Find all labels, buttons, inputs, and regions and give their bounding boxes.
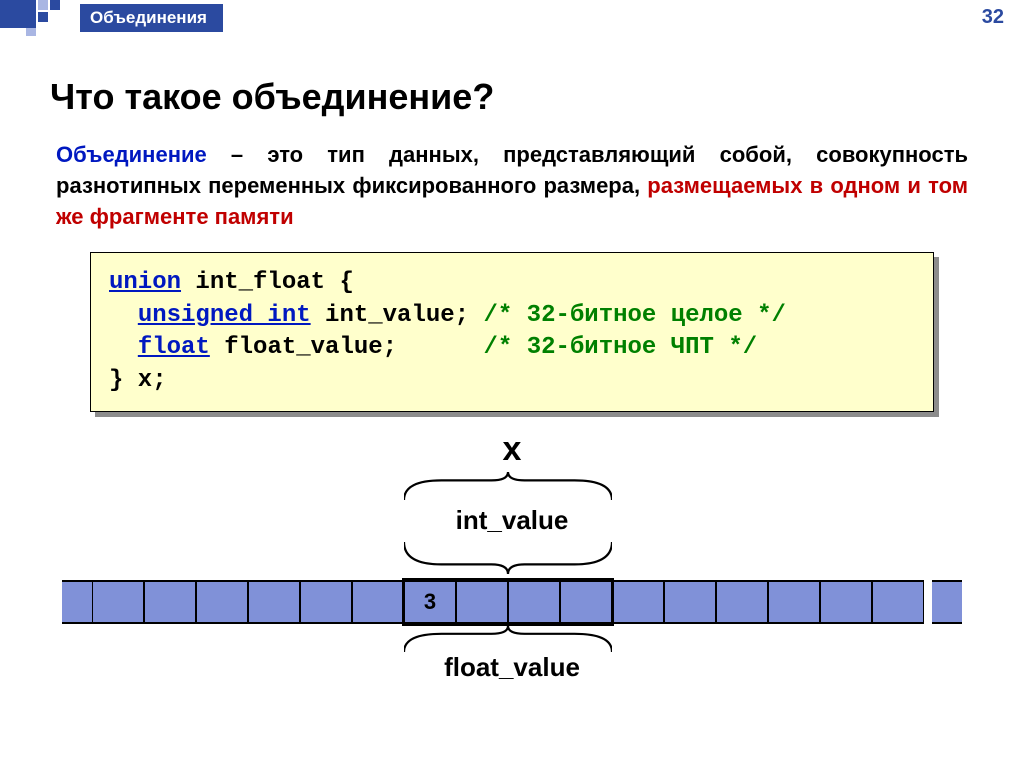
- memory-cell: [456, 580, 508, 624]
- code-keyword: union: [109, 269, 181, 296]
- memory-edge-right: [932, 580, 962, 624]
- memory-cell: [560, 580, 612, 624]
- diagram-label-float: float_value: [62, 652, 962, 683]
- code-block: union int_float { unsigned int int_value…: [90, 252, 934, 412]
- diagram-label-x: x: [62, 430, 962, 469]
- memory-cell: [612, 580, 664, 624]
- brace-float-icon: [404, 626, 612, 652]
- memory-cell: 3: [404, 580, 456, 624]
- diagram-label-int: int_value: [62, 505, 962, 536]
- memory-diagram: x int_value float_value 3: [62, 430, 962, 700]
- code-text: int_value;: [311, 302, 484, 329]
- memory-edge-left: [62, 580, 92, 624]
- brace-int-icon: [404, 542, 612, 574]
- memory-cell: [716, 580, 768, 624]
- memory-cell: [768, 580, 820, 624]
- memory-cell: [820, 580, 872, 624]
- code-text: [109, 302, 138, 329]
- definition-term: Объединение: [56, 142, 207, 167]
- code-text: [109, 334, 138, 361]
- memory-cell: [92, 580, 144, 624]
- memory-cell: [664, 580, 716, 624]
- memory-strip: 3: [62, 580, 962, 624]
- code-text: } x;: [109, 367, 167, 394]
- brace-x-icon: [404, 472, 612, 500]
- code-keyword: unsigned int: [138, 302, 311, 329]
- code-comment: /* 32-битное целое */: [483, 302, 785, 329]
- memory-cell: [352, 580, 404, 624]
- memory-cell: [300, 580, 352, 624]
- definition-paragraph: Объединение – это тип данных, представля…: [56, 140, 968, 232]
- page-title: Что такое объединение?: [50, 76, 1024, 118]
- code-comment: /* 32-битное ЧПТ */: [483, 334, 757, 361]
- memory-cells: 3: [92, 580, 924, 624]
- memory-cell: [508, 580, 560, 624]
- code-text: float_value;: [210, 334, 484, 361]
- memory-cell: [872, 580, 924, 624]
- memory-cell: [248, 580, 300, 624]
- corner-decoration-icon: [0, 0, 78, 36]
- memory-cell: [196, 580, 248, 624]
- code-keyword: float: [138, 334, 210, 361]
- code-text: int_float {: [181, 269, 354, 296]
- memory-cell: [144, 580, 196, 624]
- breadcrumb: Объединения: [80, 4, 223, 32]
- page-number: 32: [982, 6, 1004, 29]
